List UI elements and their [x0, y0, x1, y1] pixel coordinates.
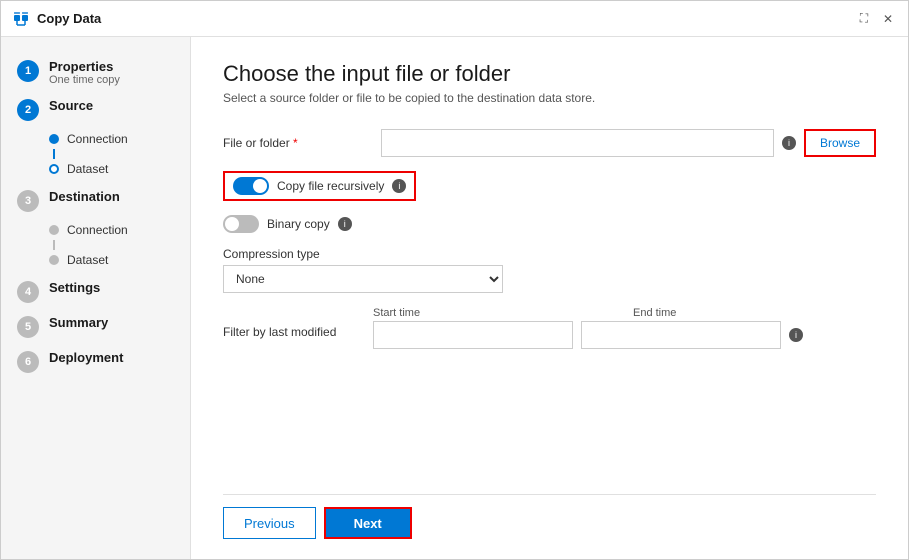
- copy-recursively-info-icon: i: [392, 179, 406, 193]
- nav-circle-settings: 4: [17, 281, 39, 303]
- nav-circle-deployment: 6: [17, 351, 39, 373]
- source-connection-item[interactable]: Connection: [49, 129, 190, 149]
- copy-recursively-row: Copy file recursively i: [223, 171, 876, 201]
- nav-text-destination: Destination: [49, 189, 120, 204]
- bottom-bar: Previous Next: [223, 494, 876, 543]
- destination-subitems: Connection Dataset: [1, 218, 190, 274]
- compression-label: Compression type: [223, 247, 876, 261]
- sidebar-item-settings[interactable]: 4 Settings: [1, 274, 190, 309]
- binary-copy-info-icon: i: [338, 217, 352, 231]
- copy-recursively-toggle-container: Copy file recursively i: [223, 171, 416, 201]
- end-time-label: End time: [633, 307, 833, 319]
- sidebar-item-destination[interactable]: 3 Destination: [1, 183, 190, 218]
- previous-button[interactable]: Previous: [223, 507, 316, 539]
- dest-connection-dot: [49, 225, 59, 235]
- main-content: Choose the input file or folder Select a…: [191, 37, 908, 559]
- filter-section: Filter by last modified Start time End t…: [223, 307, 876, 349]
- binary-copy-row: Binary copy i: [223, 215, 876, 233]
- source-connection-dot: [49, 134, 59, 144]
- end-time-info-icon: i: [789, 328, 803, 342]
- nav-text-source: Source: [49, 98, 93, 113]
- nav-circle-summary: 5: [17, 316, 39, 338]
- toggle-knob: [253, 179, 267, 193]
- title-bar: Copy Data ⛶ ✕: [1, 1, 908, 37]
- source-subitems: Connection Dataset: [1, 127, 190, 183]
- binary-copy-label: Binary copy: [267, 217, 330, 231]
- file-folder-input[interactable]: [381, 129, 774, 157]
- form-section: File or folder * i Browse Copy file recu…: [223, 129, 876, 478]
- nav-circle-source: 2: [17, 99, 39, 121]
- window-controls: ⛶ ✕: [856, 11, 896, 27]
- filter-inputs-col: Start time End time i: [373, 307, 833, 349]
- file-folder-row: File or folder * i Browse: [223, 129, 876, 157]
- binary-toggle-knob: [225, 217, 239, 231]
- start-time-label: Start time: [373, 307, 573, 319]
- copy-recursively-label: Copy file recursively: [277, 179, 384, 193]
- binary-copy-toggle[interactable]: [223, 215, 259, 233]
- page-subtitle: Select a source folder or file to be cop…: [223, 91, 876, 105]
- sidebar: 1 Properties One time copy 2 Source Conn…: [1, 37, 191, 559]
- main-window: Copy Data ⛶ ✕ 1 Properties One time copy…: [0, 0, 909, 560]
- nav-text-properties: Properties One time copy: [49, 59, 120, 86]
- compression-select[interactable]: None GZip Deflate BZip2 ZipDeflate: [223, 265, 503, 293]
- dest-connection-item[interactable]: Connection: [49, 220, 190, 240]
- nav-circle-properties: 1: [17, 60, 39, 82]
- content-area: 1 Properties One time copy 2 Source Conn…: [1, 37, 908, 559]
- sidebar-item-summary[interactable]: 5 Summary: [1, 309, 190, 344]
- file-folder-label: File or folder *: [223, 136, 373, 150]
- copy-recursively-toggle[interactable]: [233, 177, 269, 195]
- nav-text-deployment: Deployment: [49, 350, 123, 365]
- sidebar-item-source[interactable]: 2 Source: [1, 92, 190, 127]
- filter-label: Filter by last modified: [223, 307, 373, 339]
- dest-dataset-dot: [49, 255, 59, 265]
- sidebar-item-properties[interactable]: 1 Properties One time copy: [1, 53, 190, 92]
- source-dataset-item[interactable]: Dataset: [49, 159, 190, 179]
- filter-inputs-row: i: [373, 321, 833, 349]
- nav-text-summary: Summary: [49, 315, 108, 330]
- page-title: Choose the input file or folder: [223, 61, 876, 87]
- start-time-input[interactable]: [373, 321, 573, 349]
- app-icon: [13, 11, 29, 27]
- window-title: Copy Data: [37, 11, 856, 26]
- nav-circle-destination: 3: [17, 190, 39, 212]
- dest-dataset-item[interactable]: Dataset: [49, 250, 190, 270]
- file-folder-info-icon: i: [782, 136, 796, 150]
- filter-col-headers: Start time End time: [373, 307, 833, 319]
- end-time-input[interactable]: [581, 321, 781, 349]
- next-button[interactable]: Next: [324, 507, 412, 539]
- expand-button[interactable]: ⛶: [856, 11, 872, 27]
- close-button[interactable]: ✕: [880, 11, 896, 27]
- source-dataset-dot: [49, 164, 59, 174]
- sidebar-item-deployment[interactable]: 6 Deployment: [1, 344, 190, 379]
- nav-text-settings: Settings: [49, 280, 100, 295]
- browse-button[interactable]: Browse: [804, 129, 876, 157]
- compression-section: Compression type None GZip Deflate BZip2…: [223, 247, 876, 293]
